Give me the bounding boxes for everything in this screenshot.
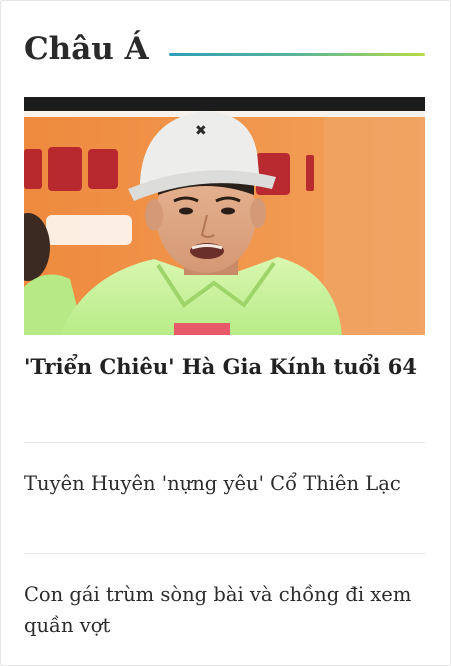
story-link-1[interactable]: Tuyên Huyên 'nựng yêu' Cổ Thiên Lạc <box>24 468 425 499</box>
featured-story-title[interactable]: 'Triển Chiêu' Hà Gia Kính tuổi 64 <box>24 351 425 383</box>
section-header: Châu Á <box>24 29 425 73</box>
svg-text:✖: ✖ <box>195 123 207 139</box>
story-divider <box>24 553 425 554</box>
featured-story-image[interactable]: ✖ <box>24 97 425 335</box>
section-title-underline <box>169 53 425 56</box>
story-divider <box>24 442 425 443</box>
news-widget-asia: Châu Á ✖ 'Triển Chiêu' Hà Gia Kính tuổi … <box>0 0 451 666</box>
story-link-2[interactable]: Con gái trùm sòng bài và chồng đi xem qu… <box>24 579 425 641</box>
section-title[interactable]: Châu Á <box>24 29 149 69</box>
featured-photo-illustration: ✖ <box>24 97 425 335</box>
